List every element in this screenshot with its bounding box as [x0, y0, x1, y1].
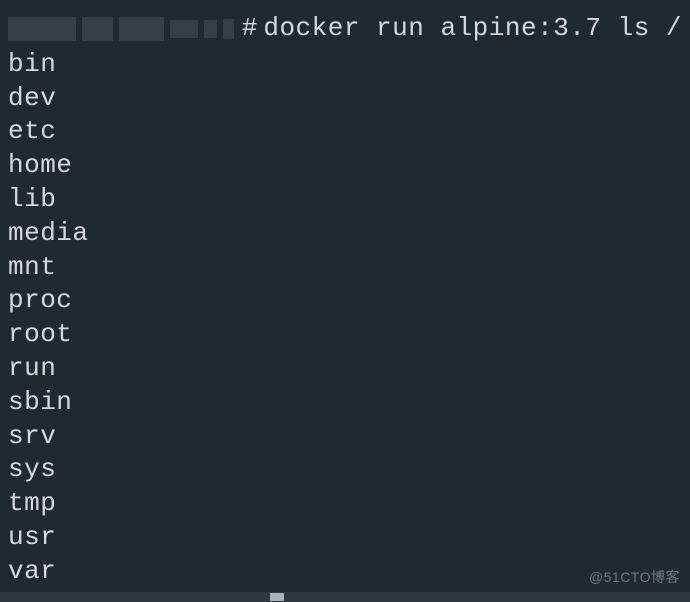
output-line: sys [8, 453, 682, 487]
output-line: tmp [8, 487, 682, 521]
output-line: dev [8, 82, 682, 116]
output-line: var [8, 555, 682, 589]
output-line: media [8, 217, 682, 251]
redacted-segment [204, 20, 217, 38]
watermark: @51CTO博客 [589, 568, 680, 586]
command-text[interactable]: docker run alpine:3.7 ls / [263, 12, 682, 46]
output-line: run [8, 352, 682, 386]
output-line: srv [8, 420, 682, 454]
redacted-segment [170, 20, 199, 38]
command-output: bin dev etc home lib media mnt proc root… [8, 48, 682, 589]
redacted-segment [82, 17, 113, 41]
output-line: etc [8, 115, 682, 149]
redacted-segment [223, 19, 234, 39]
output-line: proc [8, 284, 682, 318]
output-line: bin [8, 48, 682, 82]
output-line: usr [8, 521, 682, 555]
output-line: lib [8, 183, 682, 217]
redacted-hostname [8, 17, 76, 41]
output-line: root [8, 318, 682, 352]
output-line: mnt [8, 251, 682, 285]
command-line: # docker run alpine:3.7 ls / [8, 12, 682, 46]
status-indicator [270, 593, 284, 601]
status-bar [0, 592, 690, 602]
output-line: sbin [8, 386, 682, 420]
output-line: home [8, 149, 682, 183]
redacted-segment [119, 17, 164, 41]
prompt-symbol: # [242, 12, 258, 46]
